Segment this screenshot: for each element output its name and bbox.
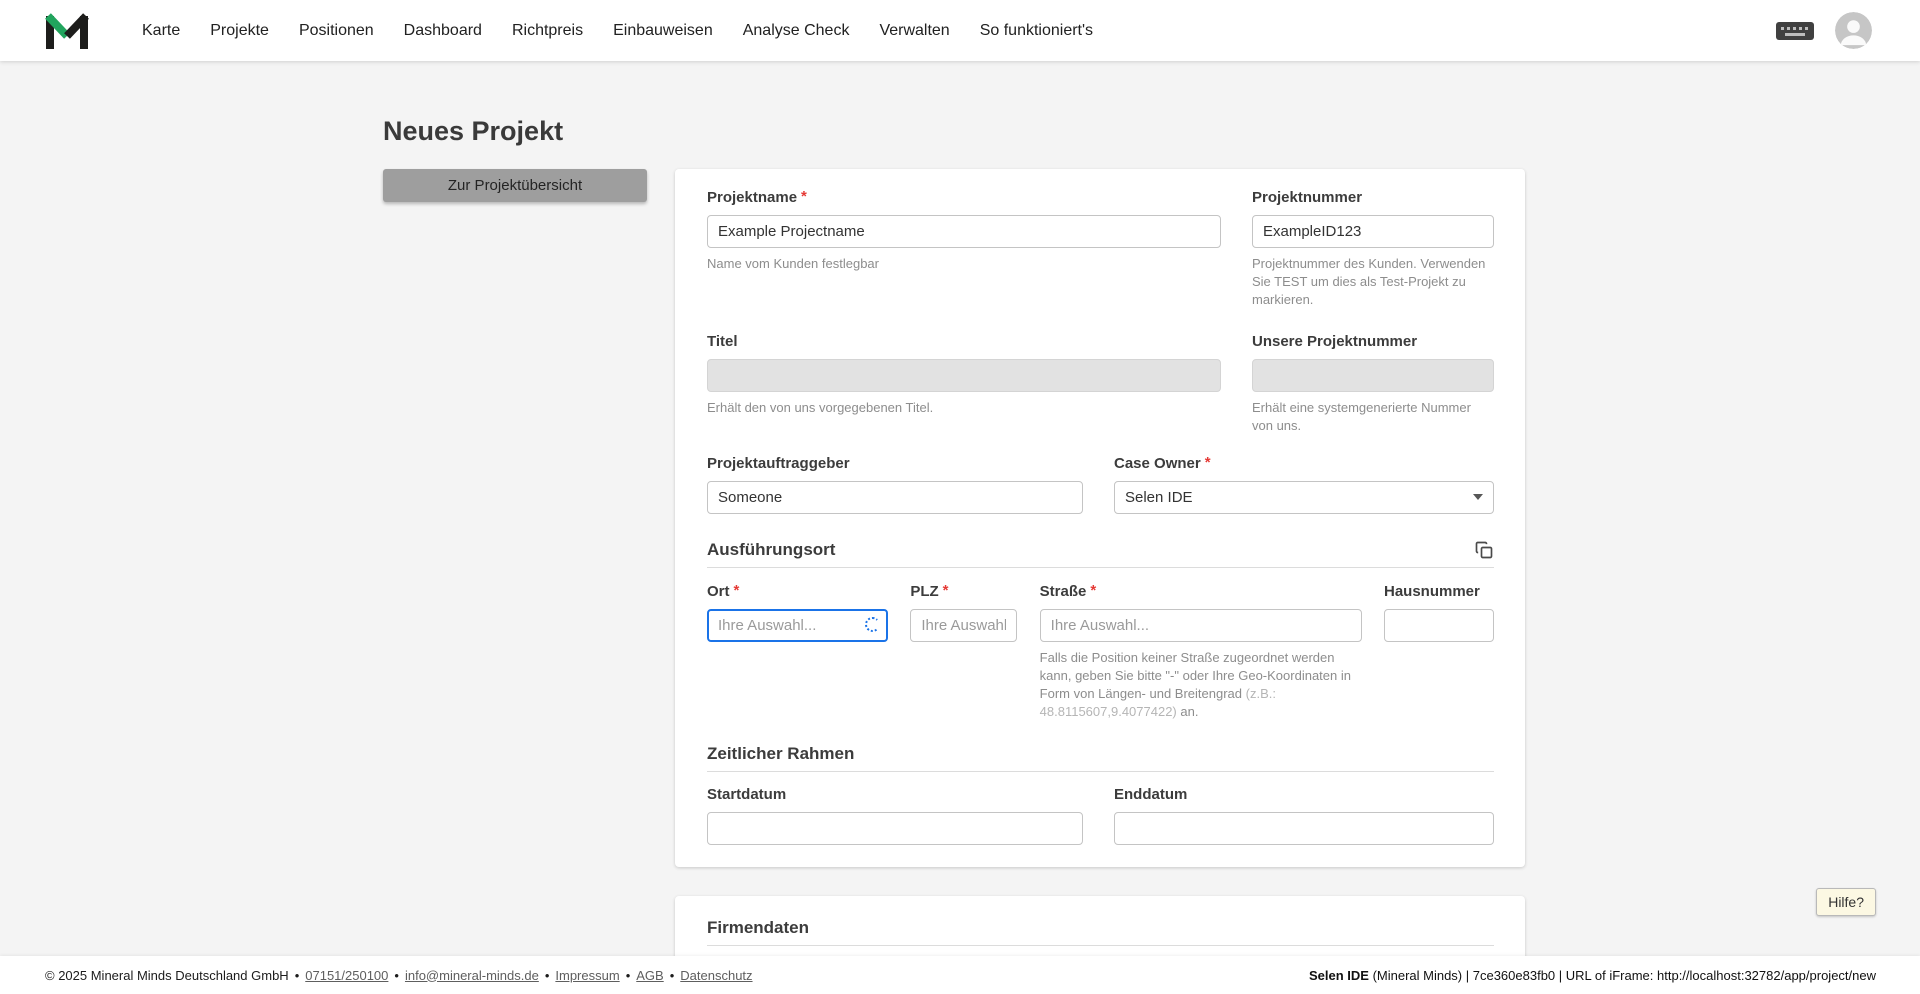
mineral-minds-logo[interactable] bbox=[45, 11, 89, 51]
form-row-1: Projektname* Name vom Kunden festlegbar … bbox=[707, 188, 1494, 309]
separator-dot: • bbox=[394, 967, 399, 983]
separator-dot: • bbox=[544, 967, 550, 983]
plz-label: PLZ * bbox=[910, 581, 949, 600]
unsere-projektnummer-helper: Erhält eine systemgenerierte Nummer von … bbox=[1252, 399, 1471, 433]
dropdown-caret-icon bbox=[1473, 494, 1483, 501]
section-firmendaten: Firmendaten bbox=[707, 918, 1494, 947]
ort-label: Ort * bbox=[707, 581, 740, 600]
ort-input[interactable] bbox=[707, 608, 888, 642]
section-zeitlicher-rahmen: Zeitlicher Rahmen bbox=[707, 744, 1494, 773]
separator-dot: • bbox=[294, 967, 300, 983]
footer: © 2025 Mineral Minds Deutschland GmbH • … bbox=[0, 956, 1920, 994]
plz-field: PLZ * bbox=[910, 581, 1018, 642]
project-overview-button[interactable]: Zur Projektübersicht bbox=[383, 169, 647, 202]
strasse-input[interactable] bbox=[1039, 608, 1362, 642]
footer-legal: © 2025 Mineral Minds Deutschland GmbH • … bbox=[45, 968, 753, 983]
help-button[interactable]: Hilfe? bbox=[1816, 888, 1876, 916]
hausnummer-label: Hausnummer bbox=[1383, 582, 1480, 600]
plz-input[interactable] bbox=[910, 608, 1018, 642]
enddatum-field: Enddatum bbox=[1114, 786, 1494, 846]
footer-link-impressum[interactable]: Impressum bbox=[555, 968, 619, 983]
top-navigation-bar: Karte Projekte Positionen Dashboard Rich… bbox=[0, 0, 1920, 61]
titel-input bbox=[707, 358, 1221, 392]
separator-dot: • bbox=[669, 967, 675, 983]
projektname-field: Projektname* Name vom Kunden festlegbar bbox=[707, 188, 1221, 309]
session-details: (Mineral Minds) | 7ce360e83fb0 | URL of … bbox=[1368, 967, 1876, 983]
nav-item-positionen[interactable]: Positionen bbox=[284, 0, 389, 61]
strasse-helper: Falls die Position keiner Straße zugeord… bbox=[1039, 649, 1351, 719]
titel-field: Titel Erhält den von uns vorgegebenen Ti… bbox=[707, 333, 1221, 435]
footer-link-agb[interactable]: AGB bbox=[636, 968, 663, 983]
hausnummer-input[interactable] bbox=[1383, 608, 1494, 642]
startdatum-field: Startdatum bbox=[707, 786, 1083, 846]
footer-link-email[interactable]: info@mineral-minds.de bbox=[405, 968, 539, 983]
user-avatar[interactable] bbox=[1835, 12, 1872, 49]
keyboard-icon[interactable] bbox=[1775, 18, 1815, 44]
topbar-right bbox=[1775, 12, 1872, 49]
projektnummer-input[interactable] bbox=[1252, 215, 1494, 248]
nav-item-karte[interactable]: Karte bbox=[127, 0, 195, 61]
required-marker: * bbox=[1090, 581, 1097, 599]
hausnummer-field: Hausnummer bbox=[1383, 582, 1494, 642]
enddatum-label: Enddatum bbox=[1114, 786, 1188, 804]
projektauftraggeber-field: Projektauftraggeber bbox=[707, 455, 1083, 514]
form-row-3: Projektauftraggeber Case Owner* Selen ID… bbox=[707, 453, 1494, 514]
unsere-projektnummer-input bbox=[1252, 358, 1494, 392]
logo-icon bbox=[45, 12, 89, 49]
section-firmendaten-title: Firmendaten bbox=[707, 918, 810, 938]
projektname-label: Projektname * bbox=[707, 188, 807, 206]
titel-helper: Erhält den von uns vorgegebenen Titel. bbox=[707, 399, 934, 415]
nav-item-dashboard[interactable]: Dashboard bbox=[389, 0, 497, 61]
page-title: Neues Projekt bbox=[383, 116, 564, 146]
copy-icon[interactable] bbox=[1474, 540, 1494, 560]
session-info: Selen IDE (Mineral Minds) | 7ce360e83fb0… bbox=[1309, 968, 1876, 983]
main-nav: Karte Projekte Positionen Dashboard Rich… bbox=[127, 0, 1108, 61]
projektnummer-field: Projektnummer Projektnummer des Kunden. … bbox=[1252, 189, 1494, 309]
unsere-projektnummer-field: Unsere Projektnummer Erhält eine systemg… bbox=[1252, 333, 1494, 435]
footer-link-datenschutz[interactable]: Datenschutz bbox=[680, 968, 752, 983]
copyright-text: © 2025 Mineral Minds Deutschland GmbH bbox=[45, 967, 289, 983]
strasse-label: Straße * bbox=[1039, 581, 1097, 600]
enddatum-input[interactable] bbox=[1114, 812, 1494, 846]
nav-item-projekte[interactable]: Projekte bbox=[195, 0, 284, 61]
strasse-field: Straße* Falls die Position keiner Straße… bbox=[1039, 581, 1362, 721]
case-owner-select[interactable]: Selen IDE bbox=[1114, 480, 1494, 514]
case-owner-field: Case Owner * Selen IDE bbox=[1114, 453, 1494, 514]
section-zeitlicher-rahmen-title: Zeitlicher Rahmen bbox=[707, 744, 855, 764]
nav-item-analyse-check[interactable]: Analyse Check bbox=[728, 0, 865, 61]
form-row-5: Startdatum Enddatum bbox=[707, 786, 1494, 846]
form-cards: Projektname* Name vom Kunden festlegbar … bbox=[675, 169, 1525, 994]
required-marker: * bbox=[801, 188, 807, 205]
projektauftraggeber-label: Projektauftraggeber bbox=[707, 454, 850, 472]
nav-item-verwalten[interactable]: Verwalten bbox=[864, 0, 964, 61]
session-user: Selen IDE bbox=[1308, 967, 1369, 983]
required-marker: * bbox=[733, 581, 740, 599]
form-row-2: Titel Erhält den von uns vorgegebenen Ti… bbox=[707, 333, 1494, 435]
ort-field: Ort * bbox=[707, 581, 888, 642]
projektnummer-helper: Projektnummer des Kunden. Verwenden Sie … bbox=[1252, 256, 1486, 307]
nav-item-einbauweisen[interactable]: Einbauweisen bbox=[598, 0, 728, 61]
projektnummer-label: Projektnummer bbox=[1252, 189, 1363, 206]
section-ausfuehrungsort: Ausführungsort bbox=[707, 540, 1494, 568]
startdatum-input[interactable] bbox=[707, 812, 1083, 846]
project-form-card: Projektname* Name vom Kunden festlegbar … bbox=[675, 169, 1525, 868]
section-ausfuehrungsort-title: Ausführungsort bbox=[707, 539, 836, 559]
required-marker: * bbox=[1204, 453, 1211, 471]
required-marker: * bbox=[942, 581, 949, 599]
unsere-projektnummer-label: Unsere Projektnummer bbox=[1252, 332, 1418, 350]
titel-label: Titel bbox=[707, 332, 738, 350]
projektname-input[interactable] bbox=[707, 215, 1221, 248]
nav-item-so-funktionierts[interactable]: So funktioniert's bbox=[965, 0, 1108, 61]
projektname-helper: Name vom Kunden festlegbar bbox=[707, 256, 879, 271]
startdatum-label: Startdatum bbox=[707, 786, 787, 804]
case-owner-label: Case Owner * bbox=[1114, 453, 1211, 472]
form-row-4: Ort* PLZ* Straße* Falls die Position kei… bbox=[707, 581, 1494, 721]
footer-link-phone[interactable]: 07151/250100 bbox=[305, 968, 388, 983]
case-owner-value: Selen IDE bbox=[1125, 488, 1193, 506]
separator-dot: • bbox=[625, 967, 631, 983]
projektauftraggeber-input[interactable] bbox=[707, 480, 1083, 514]
nav-item-richtpreis[interactable]: Richtpreis bbox=[497, 0, 598, 61]
